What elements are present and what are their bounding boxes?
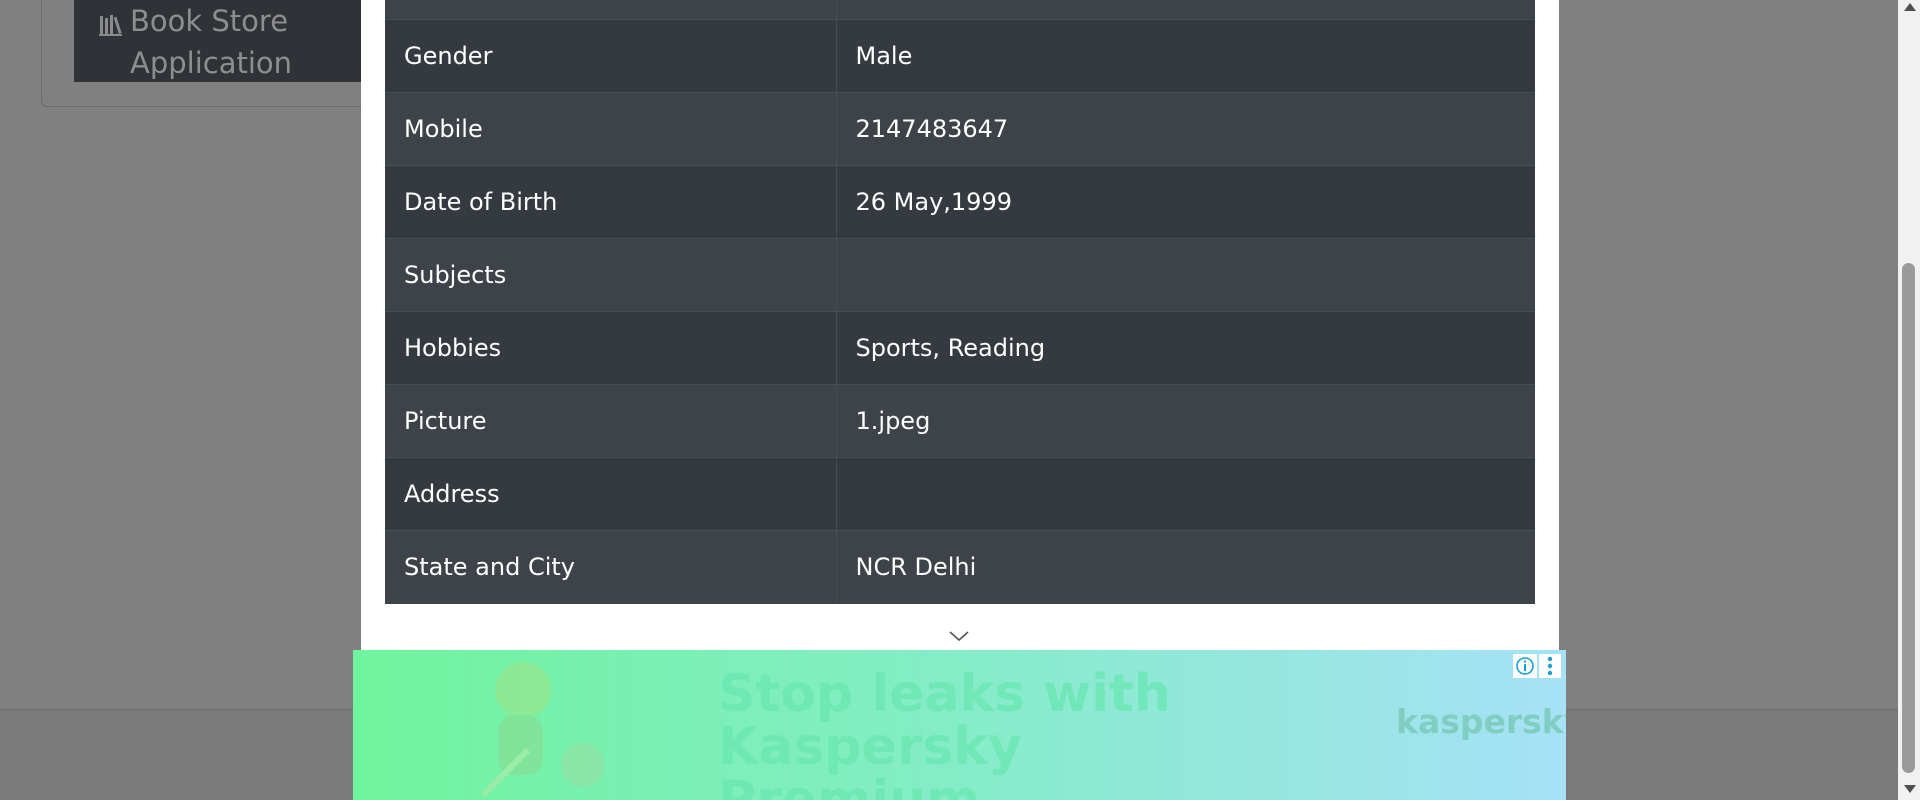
table-row: Subjects: [385, 238, 1535, 312]
row-value: [836, 457, 1535, 531]
row-value: Male: [836, 19, 1535, 93]
row-value: [836, 238, 1535, 312]
chevron-down-icon[interactable]: [947, 628, 971, 644]
row-label: Gender: [385, 19, 837, 93]
row-label: State and City: [385, 530, 837, 604]
row-label: Hobbies: [385, 311, 837, 385]
row-label: Picture: [385, 384, 837, 458]
row-value: 1.jpeg: [836, 384, 1535, 458]
table-row: Address: [385, 457, 1535, 531]
submission-table: Gender Male Mobile 2147483647 Date of Bi…: [385, 0, 1535, 604]
row-value: [836, 0, 1535, 20]
table-row: Date of Birth 26 May,1999: [385, 165, 1535, 239]
ad-banner[interactable]: Stop leaks with Kaspersky Premium kasper…: [353, 650, 1566, 800]
books-icon: [99, 15, 122, 36]
row-label: Address: [385, 457, 837, 531]
row-value: Sports, Reading: [836, 311, 1535, 385]
row-label: [385, 0, 837, 20]
row-value: NCR Delhi: [836, 530, 1535, 604]
row-label: Mobile: [385, 92, 837, 166]
submission-modal: Gender Male Mobile 2147483647 Date of Bi…: [361, 0, 1559, 650]
table-row: Gender Male: [385, 19, 1535, 93]
ad-headline: Stop leaks with Kaspersky Premium: [718, 664, 1171, 800]
scroll-up-icon[interactable]: [1904, 3, 1916, 11]
mascot-illustration: [480, 662, 605, 798]
row-value: 26 May,1999: [836, 165, 1535, 239]
row-label: Subjects: [385, 238, 837, 312]
table-row: State and City NCR Delhi: [385, 530, 1535, 604]
ad-brand: kaspersky: [1396, 702, 1566, 741]
scrollbar-thumb[interactable]: [1902, 263, 1915, 773]
info-icon[interactable]: [1513, 654, 1537, 678]
sidebar-item-book-store[interactable]: Book Store Application: [74, 0, 374, 82]
table-row: Hobbies Sports, Reading: [385, 311, 1535, 385]
table-row: Picture 1.jpeg: [385, 384, 1535, 458]
sidebar-item-label: Book Store Application: [130, 4, 293, 80]
row-value: 2147483647: [836, 92, 1535, 166]
scroll-down-icon[interactable]: [1904, 785, 1916, 793]
kebab-menu-icon[interactable]: [1539, 654, 1561, 678]
table-row: [385, 0, 1535, 20]
row-label: Date of Birth: [385, 165, 837, 239]
table-row: Mobile 2147483647: [385, 92, 1535, 166]
